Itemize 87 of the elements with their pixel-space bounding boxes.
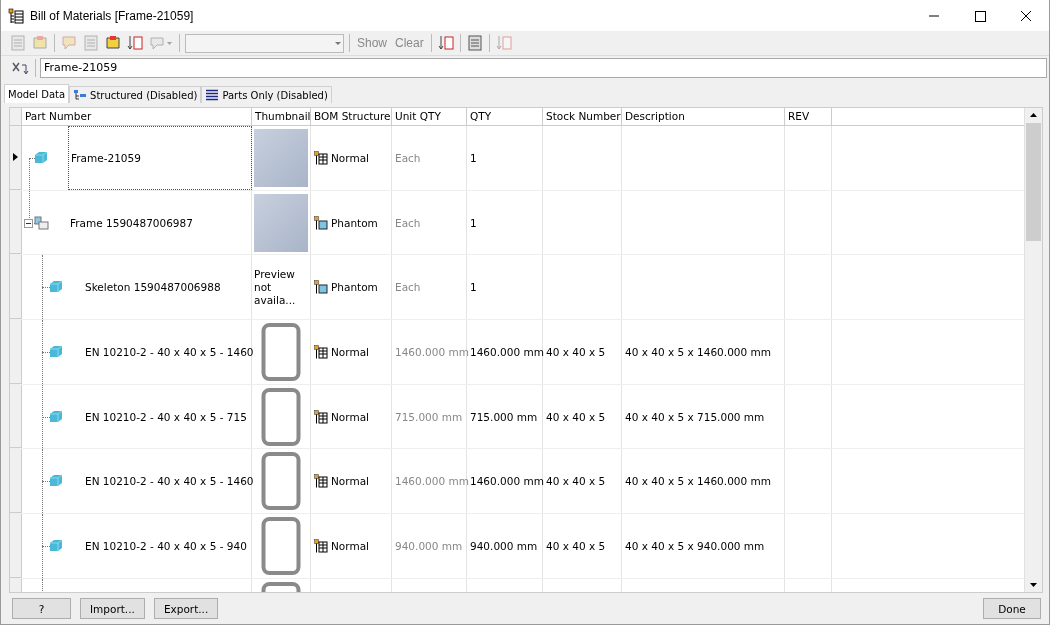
phantom-structure-icon [314, 215, 328, 230]
scrollbar-thumb[interactable] [1026, 123, 1041, 241]
description-cell: 40 x 40 x 5 x 1460.000 mm [625, 475, 771, 488]
unit-qty-cell: 940.000 mm [395, 539, 463, 552]
structured-icon [73, 89, 88, 101]
part-cube-icon [49, 474, 63, 488]
phantom-structure-icon [314, 280, 328, 295]
current-row-icon [13, 153, 18, 162]
bom-structure-cell: Normal [331, 345, 369, 358]
toolbar-icon[interactable] [126, 34, 144, 52]
unit-qty-cell: Each [395, 151, 421, 164]
square-profile-icon [261, 515, 301, 576]
tab[interactable]: Structured (Disabled) [69, 86, 202, 103]
part-number-cell-text: EN 10210-2 - 40 x 40 x 5 - 1460 [84, 474, 254, 490]
description-cell: 40 x 40 x 5 x 940.000 mm [625, 539, 765, 552]
part-number-cell: Frame-21059 [68, 126, 252, 190]
qty-cell: 1 [470, 151, 477, 164]
part-number-cell-text: Skeleton 1590487006988 [84, 280, 222, 296]
corner-header[interactable] [10, 108, 22, 125]
normal-structure-icon [314, 344, 328, 359]
part-number-cell-text: Frame 1590487006987 [69, 215, 194, 231]
qty-cell: 1460.000 mm [470, 475, 544, 488]
part-cube-icon [49, 280, 63, 294]
stock-number-cell: 40 x 40 x 5 [546, 345, 606, 358]
bom-structure-cell: Normal [331, 410, 369, 423]
square-profile-icon [261, 451, 301, 512]
bom-app-icon [8, 7, 24, 24]
normal-structure-icon [314, 150, 328, 165]
column-header[interactable]: Thumbnail [252, 108, 311, 125]
window-title: Bill of Materials [Frame-21059] [30, 8, 194, 23]
part-number-cell-text: EN 10210-2 - 40 x 40 x 5 - 1460 [84, 344, 254, 360]
vertical-scrollbar[interactable] [1024, 108, 1042, 592]
part-cube-icon [49, 409, 63, 423]
unit-qty-cell: Each [395, 216, 421, 229]
normal-structure-icon [314, 474, 328, 489]
part-filter-field[interactable]: Frame-21059 [40, 58, 1047, 78]
unit-qty-cell: 1460.000 mm [395, 475, 469, 488]
toolbar-icon[interactable] [465, 34, 484, 52]
photo-placeholder [254, 128, 308, 187]
unit-qty-cell: 715.000 mm [395, 410, 463, 423]
qty-cell: 1460.000 mm [470, 345, 544, 358]
tab[interactable]: Parts Only (Disabled) [201, 86, 332, 103]
column-header[interactable]: BOM Structure [311, 108, 392, 125]
square-profile-icon [261, 321, 301, 382]
description-cell: 40 x 40 x 5 x 715.000 mm [625, 410, 765, 423]
part-cube-icon [49, 539, 63, 553]
part-cube-icon [34, 151, 48, 164]
normal-structure-icon [314, 409, 328, 424]
qty-cell: 1 [470, 281, 477, 294]
footer-button[interactable]: Import... [80, 598, 145, 619]
description-cell: 40 x 40 x 5 x 1460.000 mm [625, 345, 771, 358]
unit-qty-cell: 1460.000 mm [395, 345, 469, 358]
toolbar-icon[interactable] [104, 34, 122, 52]
assembly-icon [34, 215, 50, 230]
column-header[interactable]: Part Number [22, 108, 252, 125]
column-header[interactable]: REV [785, 108, 832, 125]
unit-qty-cell: Each [395, 281, 421, 294]
part-number-cell-text: EN 10210-2 - 40 x 40 x 5 - 715 [84, 409, 248, 425]
thumbnail-text: Preview not availa... [254, 267, 297, 307]
done-button[interactable]: Done [983, 598, 1041, 619]
column-header[interactable]: Stock Number [543, 108, 622, 125]
column-header[interactable]: Unit QTY [392, 108, 467, 125]
help-button[interactable]: ? [12, 598, 71, 619]
collapse-icon[interactable] [24, 218, 33, 228]
qty-cell: 1 [470, 216, 477, 229]
stock-number-cell: 40 x 40 x 5 [546, 410, 606, 423]
column-header[interactable]: QTY [467, 108, 543, 125]
bom-structure-cell: Phantom [331, 216, 378, 229]
qty-cell: 715.000 mm [470, 410, 538, 423]
normal-structure-icon [314, 538, 328, 553]
tab[interactable]: Model Data [4, 84, 70, 103]
part-number-cell-text: EN 10210-2 - 40 x 40 x 5 - 940 [84, 538, 248, 554]
qty-cell: 940.000 mm [470, 539, 538, 552]
square-profile-icon [261, 386, 301, 447]
part-cube-icon [49, 345, 63, 359]
photo-placeholder [254, 193, 308, 252]
bom-structure-cell: Normal [331, 475, 369, 488]
bom-structure-cell: Phantom [331, 281, 378, 294]
row-header[interactable] [10, 126, 22, 190]
column-header[interactable]: Description [622, 108, 785, 125]
bom-structure-cell: Normal [331, 151, 369, 164]
toolbar-icon[interactable] [436, 34, 455, 52]
stock-number-cell: 40 x 40 x 5 [546, 539, 606, 552]
parts-list-icon [205, 89, 220, 101]
bom-structure-cell: Normal [331, 539, 369, 552]
footer-button[interactable]: Export... [153, 598, 219, 619]
stock-number-cell: 40 x 40 x 5 [546, 475, 606, 488]
